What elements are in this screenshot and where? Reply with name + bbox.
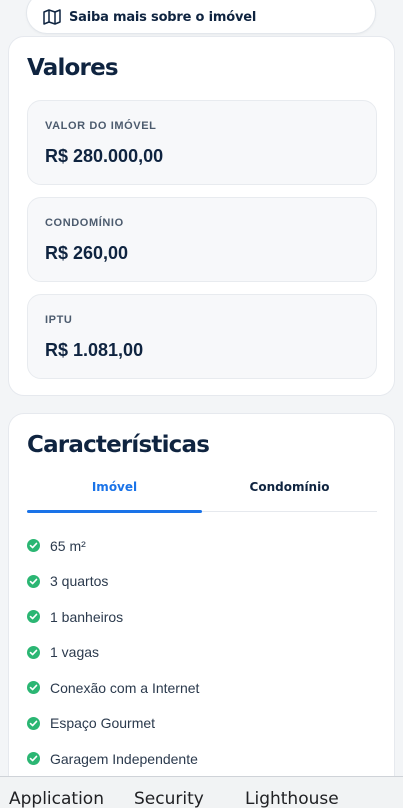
features-tabs: Imóvel Condomínio — [27, 474, 377, 513]
more-about-property-label: Saiba mais sobre o imóvel — [69, 9, 257, 25]
iptu-label: IPTU — [45, 314, 73, 326]
list-item: 1 vagas — [27, 635, 199, 671]
feature-text: Garagem Independente — [50, 750, 198, 767]
iptu-box: IPTU R$ 1.081,00 — [27, 294, 377, 379]
property-value-label: VALOR DO IMÓVEL — [45, 120, 157, 132]
devtools-tab-security[interactable]: Security — [134, 789, 204, 808]
list-item: 65 m² — [27, 528, 199, 564]
check-circle-icon — [27, 574, 40, 588]
features-title: Características — [27, 432, 210, 458]
list-item: Garagem Independente — [27, 741, 199, 777]
feature-text: Espaço Gourmet — [50, 715, 156, 732]
feature-list: 65 m² 3 quartos 1 banheiros 1 vagas Cone… — [27, 528, 199, 777]
feature-text: Conexão com a Internet — [50, 679, 200, 696]
more-about-property-button[interactable]: Saiba mais sobre o imóvel — [26, 0, 376, 34]
condo-fee-box: CONDOMÍNIO R$ 260,00 — [27, 197, 377, 282]
devtools-tab-lighthouse[interactable]: Lighthouse — [245, 789, 339, 808]
property-value-box: VALOR DO IMÓVEL R$ 280.000,00 — [27, 100, 377, 185]
devtools-tab-application[interactable]: Application — [9, 789, 104, 808]
iptu-amount: R$ 1.081,00 — [45, 340, 144, 360]
check-circle-icon — [27, 539, 40, 553]
check-circle-icon — [27, 681, 40, 695]
feature-text: 65 m² — [50, 537, 86, 554]
feature-text: 3 quartos — [50, 573, 109, 590]
feature-text: 1 banheiros — [50, 608, 124, 625]
list-item: Espaço Gourmet — [27, 706, 199, 742]
features-card: Características Imóvel Condomínio 65 m² … — [8, 413, 395, 808]
map-icon — [43, 9, 61, 25]
condo-fee-label: CONDOMÍNIO — [45, 217, 124, 229]
tab-condominium[interactable]: Condomínio — [202, 474, 377, 512]
values-card: Valores VALOR DO IMÓVEL R$ 280.000,00 CO… — [8, 36, 395, 396]
condo-fee-amount: R$ 260,00 — [45, 243, 129, 263]
tab-property[interactable]: Imóvel — [27, 474, 202, 513]
values-title: Valores — [27, 55, 119, 81]
check-circle-icon — [27, 752, 40, 766]
devtools-tab-bar: Application Security Lighthouse — [0, 776, 403, 808]
check-circle-icon — [27, 645, 40, 659]
feature-text: 1 vagas — [50, 644, 100, 661]
check-circle-icon — [27, 716, 40, 730]
list-item: 1 banheiros — [27, 599, 199, 635]
list-item: Conexão com a Internet — [27, 670, 199, 706]
property-value-amount: R$ 280.000,00 — [45, 146, 164, 166]
list-item: 3 quartos — [27, 564, 199, 600]
check-circle-icon — [27, 610, 40, 624]
